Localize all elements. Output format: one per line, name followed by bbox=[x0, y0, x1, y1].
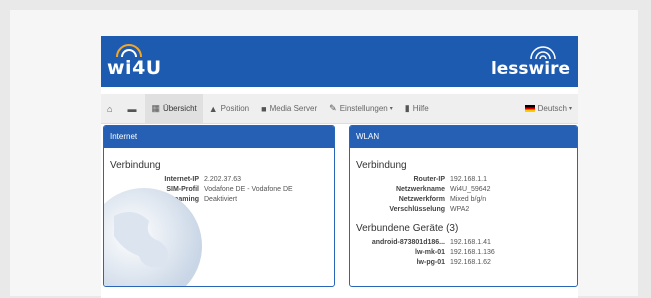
nav-position-label: Position bbox=[220, 104, 250, 113]
internet-panel: Internet Verbindung Internet-IP 2.202.37… bbox=[103, 125, 335, 287]
location-icon: ▲ bbox=[208, 103, 218, 114]
nav-media-server-label: Media Server bbox=[269, 104, 318, 113]
kv-row: Router-IP 192.168.1.1 bbox=[350, 175, 577, 185]
devices-section-title: Verbundene Geräte (3) bbox=[356, 223, 459, 234]
device-ip: 192.168.1.41 bbox=[450, 239, 491, 246]
nav-uebersicht[interactable]: ▦ Übersicht bbox=[145, 94, 203, 123]
nav-media-server[interactable]: ■ Media Server bbox=[255, 94, 323, 123]
media-icon: ■ bbox=[261, 103, 267, 114]
device-ip: 192.168.1.136 bbox=[450, 249, 495, 256]
language-label: Deutsch bbox=[537, 104, 567, 113]
kv-value: 2.202.37.63 bbox=[204, 176, 241, 183]
device-ip: 192.168.1.62 bbox=[450, 259, 491, 266]
kv-value: Mixed b/g/n bbox=[450, 196, 487, 203]
kv-row: Netzwerkname Wi4U_59642 bbox=[350, 185, 577, 195]
kv-value: Wi4U_59642 bbox=[450, 186, 491, 193]
device-name: lw-pg-01 bbox=[416, 259, 445, 266]
device-row[interactable]: lw-mk-01 192.168.1.136 bbox=[350, 248, 577, 258]
internet-panel-title: Internet bbox=[104, 126, 334, 148]
nav-position[interactable]: ▲ Position bbox=[203, 94, 255, 123]
nav-hilfe-label: Hilfe bbox=[412, 104, 429, 113]
router-dashboard: wi4U lesswire ⌂ ▬ ▦ Übersicht ▲ Position… bbox=[101, 36, 578, 298]
kv-value: WPA2 bbox=[450, 206, 470, 213]
device-row[interactable]: android-873801d186... 192.168.1.41 bbox=[350, 238, 577, 248]
wlan-panel: WLAN Verbindung Router-IP 192.168.1.1 Ne… bbox=[349, 125, 578, 287]
chevron-down-icon: ▾ bbox=[568, 106, 572, 112]
kv-key: Verschlüsselung bbox=[389, 206, 445, 213]
nav-einstellungen[interactable]: ✎ Einstellungen ▾ bbox=[323, 94, 399, 123]
language-selector[interactable]: Deutsch ▾ bbox=[519, 94, 578, 123]
device-row[interactable]: lw-pg-01 192.168.1.62 bbox=[350, 258, 577, 268]
wlan-section-title: Verbindung bbox=[356, 160, 407, 171]
device-name: android-873801d186... bbox=[371, 239, 445, 246]
book-icon: ▮ bbox=[404, 103, 410, 113]
wi4u-logo[interactable]: wi4U bbox=[107, 44, 161, 84]
wifi-arc-icon bbox=[116, 44, 142, 58]
wlan-panel-title: WLAN bbox=[350, 126, 577, 148]
kv-value: 192.168.1.1 bbox=[450, 176, 487, 183]
grid-icon: ▦ bbox=[151, 103, 160, 113]
main-navbar: ⌂ ▬ ▦ Übersicht ▲ Position ■ Media Serve… bbox=[101, 94, 578, 124]
kv-key: Router-IP bbox=[413, 176, 446, 183]
chat-icon: ▬ bbox=[127, 103, 137, 114]
nav-uebersicht-label: Übersicht bbox=[162, 104, 197, 113]
kv-row: Internet-IP 2.202.37.63 bbox=[104, 175, 334, 185]
kv-row: Netzwerkform Mixed b/g/n bbox=[350, 195, 577, 205]
chevron-down-icon: ▾ bbox=[389, 106, 393, 112]
home-icon: ⌂ bbox=[107, 103, 113, 114]
kv-value: Vodafone DE - Vodafone DE bbox=[204, 186, 293, 193]
kv-key: Netzwerkform bbox=[398, 196, 445, 203]
kv-row: Verschlüsselung WPA2 bbox=[350, 205, 577, 215]
wrench-icon: ✎ bbox=[329, 103, 337, 113]
kv-key: Netzwerkname bbox=[395, 186, 445, 193]
lesswire-logo-text: lesswire bbox=[490, 59, 570, 79]
wifi-arc-icon bbox=[530, 46, 556, 60]
kv-value: Deaktiviert bbox=[204, 196, 238, 203]
wi4u-logo-text: wi4U bbox=[107, 57, 162, 79]
nav-home[interactable]: ⌂ bbox=[101, 94, 121, 123]
device-name: lw-mk-01 bbox=[415, 249, 445, 256]
nav-chat[interactable]: ▬ bbox=[121, 94, 145, 123]
nav-hilfe[interactable]: ▮ Hilfe bbox=[399, 94, 435, 123]
german-flag-icon bbox=[524, 105, 535, 112]
page-frame: wi4U lesswire ⌂ ▬ ▦ Übersicht ▲ Position… bbox=[10, 10, 638, 298]
header-banner: wi4U lesswire bbox=[101, 36, 578, 87]
globe-icon bbox=[104, 188, 202, 286]
internet-section-title: Verbindung bbox=[110, 160, 161, 171]
kv-key: Internet-IP bbox=[164, 176, 199, 183]
nav-einstellungen-label: Einstellungen bbox=[339, 104, 388, 113]
lesswire-logo: lesswire bbox=[490, 44, 570, 84]
